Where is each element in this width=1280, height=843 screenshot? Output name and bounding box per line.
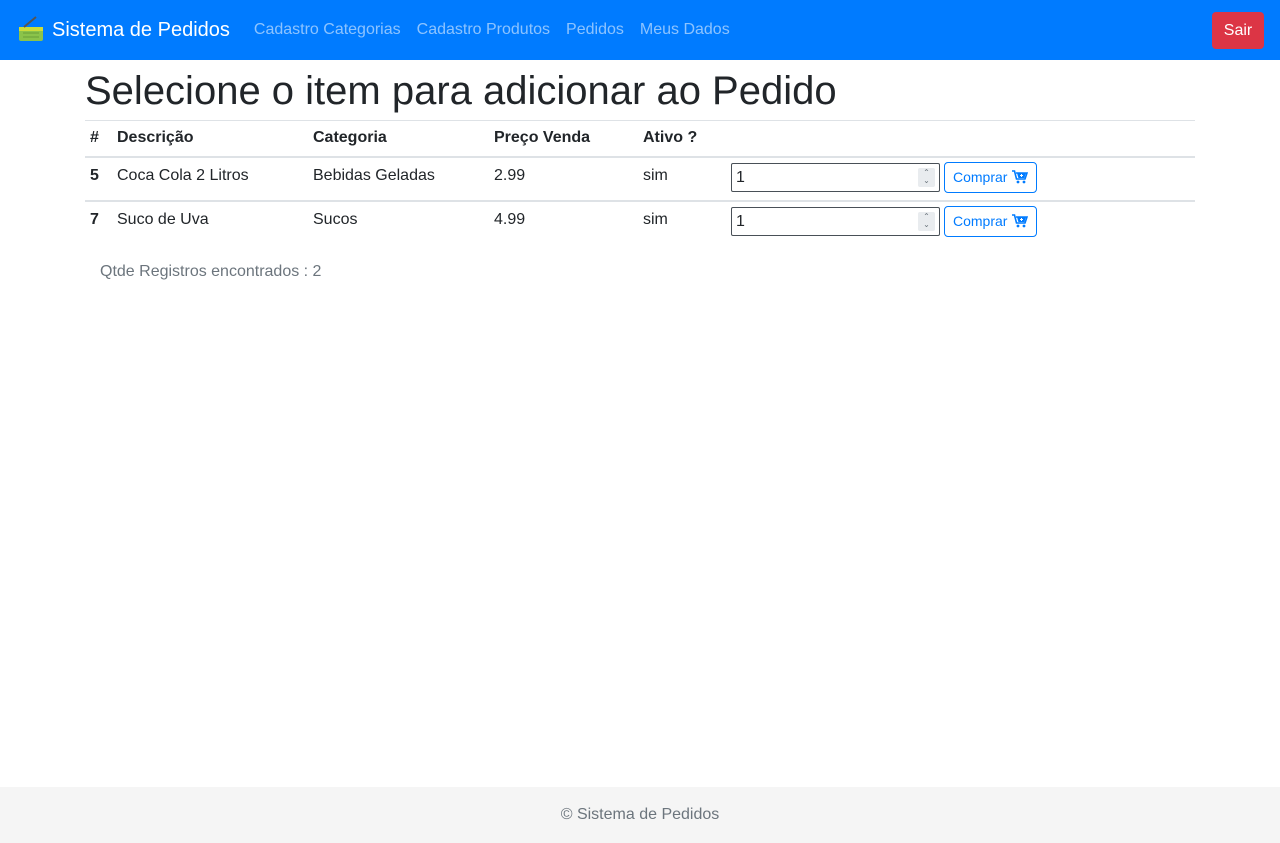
cell-id: 5 <box>85 156 112 202</box>
header-preco: Preço Venda <box>489 120 638 158</box>
nav-cadastro-categorias[interactable]: Cadastro Categorias <box>246 21 409 39</box>
page-title: Selecione o item para adicionar ao Pedid… <box>85 69 837 113</box>
footer: © Sistema de Pedidos <box>0 787 1280 843</box>
brand-title: Sistema de Pedidos <box>52 19 230 41</box>
cell-descricao: Suco de Uva <box>117 210 209 228</box>
logout-button[interactable]: Sair <box>1212 12 1264 49</box>
brand[interactable]: Sistema de Pedidos <box>16 15 230 45</box>
cart-plus-icon <box>1012 170 1029 184</box>
buy-button[interactable]: Comprar <box>944 161 1038 193</box>
nav-cadastro-produtos[interactable]: Cadastro Produtos <box>409 21 558 39</box>
quantity-value: 1 <box>736 169 745 186</box>
shopping-basket-icon <box>19 16 43 41</box>
records-count: Qtde Registros encontrados : 2 <box>100 262 322 280</box>
quantity-input[interactable]: 1 ⌃ ⌄ <box>731 206 940 236</box>
products-table: # Descrição Categoria Preço Venda Ativo … <box>85 120 1195 245</box>
footer-text: © Sistema de Pedidos <box>560 806 720 823</box>
cell-ativo: sim <box>643 210 668 228</box>
nav-pedidos[interactable]: Pedidos <box>558 21 632 39</box>
table-header-row: # Descrição Categoria Preço Venda Ativo … <box>85 120 1195 158</box>
table-row: 5 Coca Cola 2 Litros Bebidas Geladas 2.9… <box>85 156 1195 202</box>
quantity-stepper[interactable]: ⌃ ⌄ <box>918 167 935 187</box>
header-ativo: Ativo ? <box>638 120 726 158</box>
header-id: # <box>85 120 112 158</box>
cell-id: 7 <box>90 210 99 228</box>
header-actions <box>726 120 1195 158</box>
cell-ativo: sim <box>638 156 726 202</box>
buy-button[interactable]: Comprar <box>944 205 1038 237</box>
nav-links: Cadastro Categorias Cadastro Produtos Pe… <box>246 21 738 39</box>
cell-categoria: Sucos <box>313 210 358 228</box>
nav-meus-dados[interactable]: Meus Dados <box>632 21 738 39</box>
cell-actions: 1 ⌃ ⌄ Comprar <box>726 201 1195 245</box>
cell-actions: 1 ⌃ ⌄ Comprar <box>726 156 1195 202</box>
cell-preco: 2.99 <box>489 156 638 202</box>
quantity-value: 1 <box>736 213 745 230</box>
cell-descricao: Coca Cola 2 Litros <box>112 156 308 202</box>
buy-button-label: Comprar <box>953 213 1008 229</box>
stepper-down-icon[interactable]: ⌄ <box>923 177 930 185</box>
main-content: Selecione o item para adicionar ao Pedid… <box>85 60 1195 281</box>
stepper-down-icon[interactable]: ⌄ <box>923 221 930 229</box>
header-descricao: Descrição <box>112 120 308 158</box>
header-categoria: Categoria <box>308 120 489 158</box>
buy-button-label: Comprar <box>953 169 1008 185</box>
cart-plus-icon <box>1012 214 1029 228</box>
cell-categoria: Bebidas Geladas <box>308 156 489 202</box>
cell-preco: 4.99 <box>494 210 526 228</box>
table-row: 7 Suco de Uva Sucos 4.99 sim 1 ⌃ ⌄ Compr… <box>85 201 1195 245</box>
navbar: Sistema de Pedidos Cadastro Categorias C… <box>0 0 1280 60</box>
quantity-stepper[interactable]: ⌃ ⌄ <box>918 211 935 231</box>
quantity-input[interactable]: 1 ⌃ ⌄ <box>731 162 940 192</box>
